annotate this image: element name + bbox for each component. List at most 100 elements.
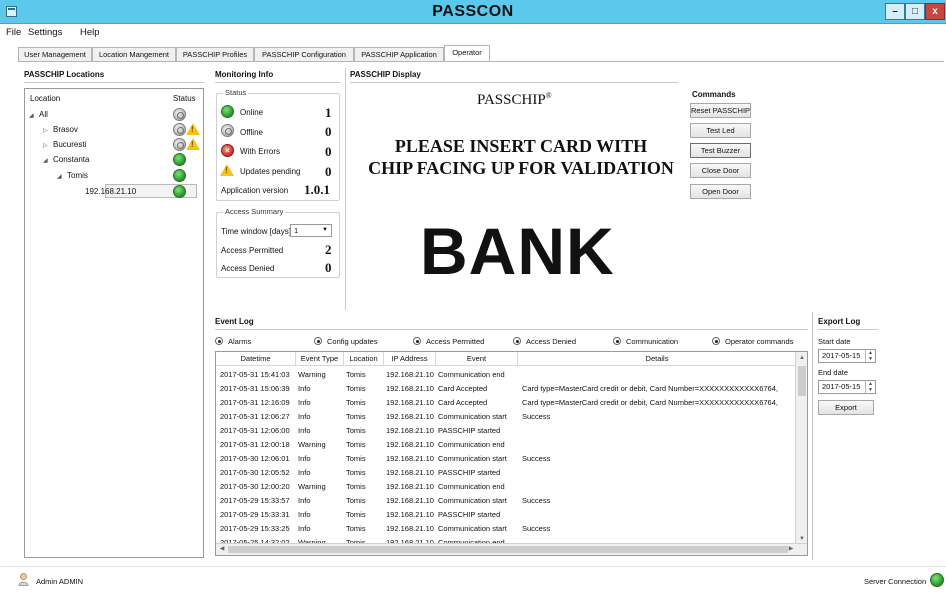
test-buzzer-button[interactable]: Test Buzzer <box>690 143 751 158</box>
event-log-title: Event Log <box>215 317 254 326</box>
table-cell: Tomis <box>346 482 366 491</box>
spinner-icon[interactable]: ▲ ▼ <box>865 350 875 362</box>
tab-content-border <box>18 61 944 62</box>
status-group-label: Status <box>223 88 249 97</box>
table-cell: 2017-05-31 12:06:00 <box>220 426 290 435</box>
filter-access-permitted-radio[interactable]: Access Permitted <box>413 337 484 346</box>
filter-communication-radio[interactable]: Communication <box>613 337 678 346</box>
table-cell: 192.168.21.10 <box>386 370 434 379</box>
time-window-select[interactable]: 1 ▼ <box>290 224 332 237</box>
table-cell: Communication start <box>438 412 507 421</box>
scroll-right-icon[interactable]: ▶ <box>785 544 797 555</box>
table-cell: 2017-05-30 12:05:52 <box>220 468 290 477</box>
export-log-title: Export Log <box>818 317 861 326</box>
tree-item-constanta[interactable]: ◢ Constanta <box>43 152 89 167</box>
table-cell: 2017-05-29 15:33:57 <box>220 496 290 505</box>
col-details[interactable]: Details <box>518 352 797 366</box>
tab-passchip-configuration[interactable]: PASSCHIP Configuration <box>254 47 354 62</box>
tree-item-all[interactable]: ◢ All <box>29 107 48 122</box>
scroll-left-icon[interactable]: ◀ <box>216 544 228 555</box>
table-cell: 192.168.21.10 <box>386 482 434 491</box>
table-cell: Tomis <box>346 468 366 477</box>
col-event-type[interactable]: Event Type <box>296 352 344 366</box>
table-cell <box>522 508 797 522</box>
updates-count: 0 <box>325 164 332 179</box>
tab-passchip-profiles[interactable]: PASSCHIP Profiles <box>176 47 254 62</box>
warning-icon <box>186 123 200 135</box>
scroll-up-icon[interactable]: ▲ <box>796 352 807 364</box>
filter-access-denied-radio[interactable]: Access Denied <box>513 337 576 346</box>
table-cell: Success <box>522 454 551 463</box>
horizontal-scrollbar[interactable]: ◀ ▶ <box>216 543 807 555</box>
monitoring-divider <box>215 82 340 83</box>
maximize-button[interactable]: □ <box>905 3 925 20</box>
table-cell <box>522 424 797 438</box>
reset-passchip-button[interactable]: Reset PASSCHIP <box>690 103 751 118</box>
online-icon <box>221 105 234 118</box>
monitoring-title: Monitoring Info <box>215 70 274 79</box>
table-cell: 2017-05-31 15:41:03 <box>220 370 290 379</box>
tab-user-management[interactable]: User Management <box>18 47 92 62</box>
denied-label: Access Denied <box>221 264 275 273</box>
locations-tree[interactable]: Location Status ◢All ▷Brasov ▷Bucuresti … <box>24 88 204 558</box>
online-count: 1 <box>325 105 332 120</box>
display-message: PLEASE INSERT CARD WITH CHIP FACING UP F… <box>368 136 674 178</box>
event-log-table[interactable]: Datetime Event Type Location IP Address … <box>215 351 808 556</box>
tree-item-bucuresti[interactable]: ▷ Bucuresti <box>43 137 86 152</box>
table-cell: Info <box>298 454 311 463</box>
tree-item-device[interactable]: 192.168.21.10 <box>85 184 136 199</box>
filter-alarms-radio[interactable]: Alarms <box>215 337 251 346</box>
tree-item-tomis[interactable]: ◢ Tomis <box>57 168 88 183</box>
tab-operator[interactable]: Operator <box>444 45 490 62</box>
scroll-thumb[interactable] <box>798 366 806 396</box>
vertical-scrollbar[interactable]: ▲ ▼ <box>795 352 807 545</box>
table-cell: 2017-05-31 15:06:39 <box>220 384 290 393</box>
table-cell: Tomis <box>346 384 366 393</box>
table-cell: Tomis <box>346 496 366 505</box>
end-date-input[interactable]: 2017-05-15 ▲ ▼ <box>818 380 876 394</box>
test-led-button[interactable]: Test Led <box>690 123 751 138</box>
export-button[interactable]: Export <box>818 400 874 415</box>
radio-selected-icon <box>314 337 322 345</box>
start-date-input[interactable]: 2017-05-15 ▲ ▼ <box>818 349 876 363</box>
menu-help[interactable]: Help <box>80 27 100 38</box>
current-user: Admin ADMIN <box>36 577 84 586</box>
col-ip-address[interactable]: IP Address <box>384 352 436 366</box>
col-event[interactable]: Event <box>436 352 518 366</box>
expanded-arrow-icon[interactable]: ◢ <box>29 109 39 124</box>
errors-label: With Errors <box>240 147 280 156</box>
menu-file[interactable]: File <box>6 27 21 38</box>
col-datetime[interactable]: Datetime <box>216 352 296 366</box>
table-cell: Success <box>522 412 551 421</box>
table-cell: Success <box>522 524 551 533</box>
menu-settings[interactable]: Settings <box>28 27 62 38</box>
spinner-icon[interactable]: ▲ ▼ <box>865 381 875 393</box>
offline-label: Offline <box>240 128 263 137</box>
close-door-button[interactable]: Close Door <box>690 163 751 178</box>
open-door-button[interactable]: Open Door <box>690 184 751 199</box>
scroll-thumb[interactable] <box>228 546 788 553</box>
end-date-label: End date <box>818 368 849 377</box>
close-button[interactable]: x <box>925 3 945 20</box>
table-cell: Info <box>298 496 311 505</box>
expanded-arrow-icon[interactable]: ◢ <box>57 170 67 185</box>
locations-col-location: Location <box>30 94 61 103</box>
minimize-button[interactable]: – <box>885 3 905 20</box>
tab-location-management[interactable]: Location Mangement <box>92 47 176 62</box>
time-window-label: Time window [days] <box>221 227 291 236</box>
server-connection-icon <box>930 573 944 587</box>
permitted-count: 2 <box>325 242 332 257</box>
table-cell: Communication end <box>438 482 505 491</box>
filter-operator-commands-radio[interactable]: Operator commands <box>712 337 793 346</box>
start-date-label: Start date <box>818 337 851 346</box>
status-bar: Admin ADMIN Server Connection <box>0 566 946 596</box>
table-cell: Card type=MasterCard credit or debit, Ca… <box>522 398 778 407</box>
expanded-arrow-icon[interactable]: ◢ <box>43 154 53 169</box>
tree-item-brasov[interactable]: ▷ Brasov <box>43 122 78 137</box>
table-cell: Info <box>298 398 311 407</box>
col-location[interactable]: Location <box>344 352 384 366</box>
dropdown-arrow-icon: ▼ <box>322 227 328 233</box>
filter-config-updates-radio[interactable]: Config updates <box>314 337 377 346</box>
tab-passchip-application[interactable]: PASSCHIP Application <box>354 47 444 62</box>
user-icon <box>18 573 29 586</box>
